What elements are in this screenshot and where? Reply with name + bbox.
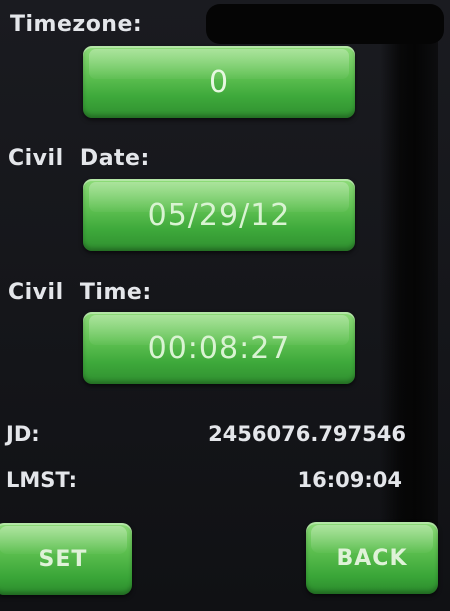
civil-date-value: 05/29/12 [147, 197, 291, 233]
civil-date-field[interactable]: 05/29/12 [83, 179, 355, 251]
lmst-value: 16:09:04 [297, 468, 402, 492]
civil-time-label: Civil Time: [8, 280, 152, 305]
set-button[interactable]: SET [0, 523, 132, 595]
lmst-label: LMST: [6, 468, 77, 492]
timezone-field[interactable]: 0 [83, 46, 355, 118]
screen: Timezone: 0 Civil Date: 05/29/12 Civil T… [0, 0, 450, 611]
timezone-label: Timezone: [10, 12, 143, 37]
timezone-value: 0 [208, 64, 230, 100]
civil-date-label: Civil Date: [8, 146, 150, 171]
jd-label: JD: [6, 422, 40, 446]
set-button-label: SET [38, 546, 88, 572]
civil-time-value: 00:08:27 [147, 330, 291, 366]
back-button[interactable]: BACK [306, 522, 438, 594]
civil-time-field[interactable]: 00:08:27 [83, 312, 355, 384]
back-button-label: BACK [336, 545, 408, 571]
jd-value: 2456076.797546 [208, 422, 406, 446]
